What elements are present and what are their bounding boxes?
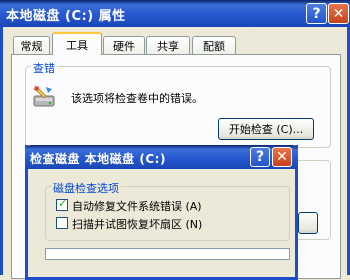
scan-bad-sectors-checkbox[interactable] [56, 217, 68, 229]
auto-fix-label[interactable]: 自动修复文件系统错误 (A) [72, 198, 202, 214]
check-progress-bar [45, 248, 290, 260]
auto-fix-checkbox[interactable]: ✓ [56, 197, 68, 211]
tab-hardware[interactable]: 硬件 [103, 36, 145, 54]
close-icon: ✕ [276, 149, 288, 165]
close-button[interactable]: ✕ [328, 3, 349, 24]
error-check-description: 该选项将检查卷中的错误。 [71, 92, 203, 105]
tab-label: 配额 [203, 39, 225, 53]
close-icon: ✕ [332, 5, 345, 22]
tab-sharing[interactable]: 共享 [146, 36, 190, 54]
dialog-titlebar: 检查磁盘 本地磁盘 (C:) ? ✕ [25, 145, 298, 169]
tab-label: 共享 [157, 39, 179, 53]
defrag-button-edge[interactable] [298, 212, 318, 234]
error-check-title: 查错 [31, 60, 57, 76]
dialog-close-button[interactable]: ✕ [272, 147, 292, 167]
help-icon: ? [312, 5, 321, 22]
check-icon: ✓ [58, 197, 68, 210]
scan-bad-sectors-label[interactable]: 扫描并试图恢复坏扇区 (N) [72, 216, 202, 232]
start-check-button[interactable]: 开始检查 (C)... [218, 118, 314, 140]
disk-check-icon [32, 84, 58, 110]
tab-label: 工具 [66, 38, 88, 52]
help-icon: ? [255, 149, 265, 165]
tab-general[interactable]: 常规 [13, 36, 50, 54]
dialog-help-button[interactable]: ? [250, 147, 270, 167]
window-title: 本地磁盘 (C:) 属性 [6, 9, 126, 24]
help-button[interactable]: ? [306, 3, 327, 24]
disk-options-title: 磁盘检查选项 [51, 180, 121, 196]
tab-label: 硬件 [113, 39, 135, 53]
dialog-title: 检查磁盘 本地磁盘 (C:) [30, 152, 166, 166]
tab-quota[interactable]: 配额 [192, 36, 236, 54]
tab-tools[interactable]: 工具 [52, 32, 102, 55]
tab-label: 常规 [20, 39, 43, 53]
window-titlebar: 本地磁盘 (C:) 属性 ? ✕ [0, 0, 350, 27]
